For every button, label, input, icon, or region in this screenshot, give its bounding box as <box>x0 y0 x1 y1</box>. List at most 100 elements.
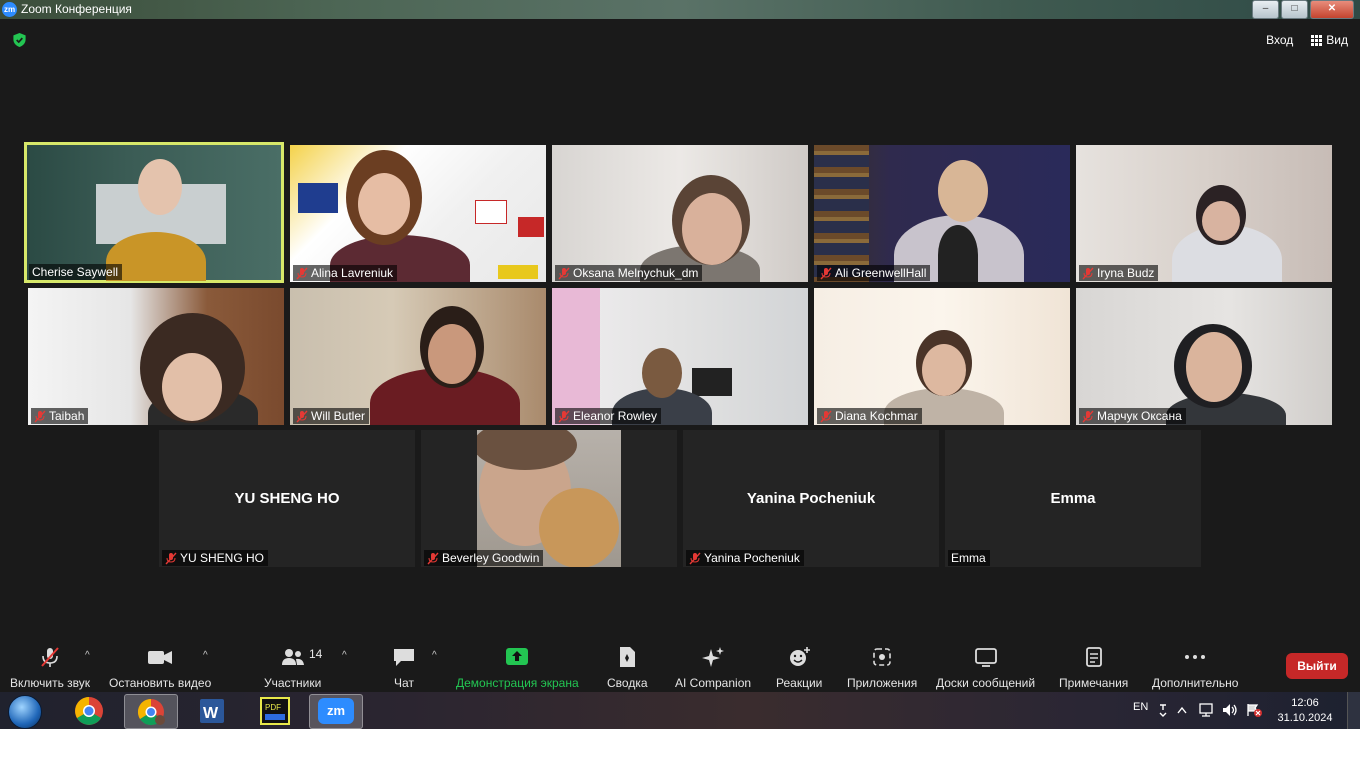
chrome-profile-icon <box>137 698 165 726</box>
start-menu-button[interactable] <box>8 695 42 729</box>
participants-count: 14 <box>309 647 323 661</box>
chrome-taskbar-button[interactable] <box>63 694 115 727</box>
minimize-button[interactable]: ‒ <box>1252 0 1279 19</box>
muted-mic-icon <box>1082 410 1094 422</box>
chat-bubble-icon <box>394 649 414 666</box>
video-tile-will-butler[interactable]: Will Butler <box>290 288 546 425</box>
enter-button[interactable]: Вход <box>1266 33 1293 47</box>
pdf-taskbar-button[interactable]: PDF <box>249 694 301 727</box>
participant-name: Марчук Оксана <box>1097 409 1182 423</box>
more-button[interactable]: Дополнительно <box>1152 646 1238 690</box>
chat-label: Чат <box>394 676 414 690</box>
zoom-icon: zm <box>318 698 354 724</box>
system-clock[interactable]: 12:06 31.10.2024 <box>1272 696 1338 726</box>
chat-button[interactable]: Чат <box>392 646 416 690</box>
reactions-button[interactable]: Реакции <box>776 646 822 690</box>
muted-mic-icon <box>1082 267 1094 279</box>
zoom-window: zm Zoom Конференция ‒ □ ✕ Вход Вид Cheri… <box>0 0 1360 692</box>
participant-name: Beverley Goodwin <box>442 551 540 565</box>
participant-name: Taibah <box>49 409 85 423</box>
summary-document-icon <box>620 647 636 667</box>
clock-time: 12:06 <box>1291 697 1319 709</box>
more-label: Дополнительно <box>1152 676 1239 690</box>
notes-label: Примечания <box>1059 676 1129 690</box>
video-tile-yu-sheng-ho[interactable]: YU SHENG HO YU SHENG HO <box>159 430 415 567</box>
whiteboard-icon <box>974 648 997 667</box>
svg-text:W: W <box>203 705 219 722</box>
stop-video-label: Остановить видео <box>109 676 212 690</box>
video-tile-iryna-budz[interactable]: Iryna Budz <box>1076 145 1332 282</box>
share-screen-icon <box>506 648 529 665</box>
view-button[interactable]: Вид <box>1311 33 1348 47</box>
zoom-taskbar-button[interactable]: zm <box>309 694 363 729</box>
participant-name: Iryna Budz <box>1097 266 1155 280</box>
chrome-icon <box>75 697 103 725</box>
video-camera-icon <box>148 651 173 664</box>
reactions-label: Реакции <box>776 676 823 690</box>
participants-options-caret[interactable]: ^ <box>342 650 347 661</box>
muted-mic-icon <box>427 552 439 564</box>
ai-companion-label: AI Companion <box>675 676 752 690</box>
video-tile-ali-greenwellhall[interactable]: Ali GreenwellHall <box>814 145 1070 282</box>
smiley-icon <box>790 647 811 666</box>
network-icon[interactable] <box>1198 703 1214 717</box>
participant-name: Alina Lavreniuk <box>311 266 394 280</box>
video-tile-cherise-saywell[interactable]: Cherise Saywell <box>24 142 284 283</box>
participants-icon <box>281 649 304 665</box>
show-desktop-button[interactable] <box>1347 692 1360 729</box>
video-options-caret[interactable]: ^ <box>203 650 208 661</box>
volume-icon[interactable] <box>1222 703 1238 717</box>
meeting-toolbar: Включить звук ^ Остановить видео ^ Участ… <box>0 640 1360 692</box>
ai-companion-button[interactable]: AI Companion <box>675 646 751 690</box>
whiteboards-button[interactable]: Доски сообщений <box>936 646 1035 690</box>
action-center-flag-icon[interactable] <box>1246 703 1262 717</box>
summary-button[interactable]: Сводка <box>607 646 648 690</box>
chrome-profile-taskbar-button[interactable] <box>124 694 178 729</box>
unmute-button[interactable]: Включить звук <box>10 646 90 690</box>
participant-display-name: Emma <box>1050 490 1096 507</box>
notes-button[interactable]: Примечания <box>1059 646 1128 690</box>
video-tile-diana-kochmar[interactable]: Diana Kochmar <box>814 288 1070 425</box>
word-taskbar-button[interactable]: W <box>186 694 238 727</box>
share-screen-label: Демонстрация экрана <box>456 676 579 690</box>
apps-button[interactable]: Приложения <box>847 646 917 690</box>
title-bar: zm Zoom Конференция ‒ □ ✕ <box>0 0 1360 19</box>
participant-name: Yanina Pocheniuk <box>704 551 800 565</box>
maximize-button[interactable]: □ <box>1281 0 1308 19</box>
video-tile-beverley-goodwin[interactable]: Beverley Goodwin <box>421 430 677 567</box>
whiteboards-label: Доски сообщений <box>936 676 1036 690</box>
leave-button[interactable]: Выйти <box>1286 653 1348 679</box>
video-tile-yanina-pocheniuk[interactable]: Yanina Pocheniuk Yanina Pocheniuk <box>683 430 939 567</box>
video-tile-emma[interactable]: Emma Emma <box>945 430 1201 567</box>
participant-name: Eleanor Rowley <box>573 409 658 423</box>
window-title: Zoom Конференция <box>21 2 132 16</box>
svg-text:PDF: PDF <box>265 703 281 712</box>
chat-options-caret[interactable]: ^ <box>432 650 437 661</box>
video-tile-oksana-melnychuk[interactable]: Oksana Melnychuk_dm <box>552 145 808 282</box>
sparkle-icon <box>702 647 725 667</box>
participant-name: Will Butler <box>311 409 366 423</box>
muted-mic-icon <box>165 552 177 564</box>
stop-video-button[interactable]: Остановить видео <box>109 646 211 690</box>
participant-name: Oksana Melnychuk_dm <box>573 266 699 280</box>
shield-icon[interactable] <box>12 32 27 48</box>
close-button[interactable]: ✕ <box>1310 0 1354 19</box>
grid-view-icon <box>1311 34 1323 46</box>
word-icon: W <box>200 699 224 723</box>
video-tile-marchuk-oksana[interactable]: Марчук Оксана <box>1076 288 1332 425</box>
participant-name: Ali GreenwellHall <box>835 266 927 280</box>
pdf-icon: PDF <box>260 697 290 725</box>
video-tile-eleanor-rowley[interactable]: Eleanor Rowley <box>552 288 808 425</box>
share-screen-button[interactable]: Демонстрация экрана <box>456 646 579 690</box>
video-tile-alina-lavreniuk[interactable]: Alina Lavreniuk <box>290 145 546 282</box>
input-settings-icon[interactable] <box>1157 703 1169 717</box>
participant-name: Cherise Saywell <box>32 265 119 279</box>
participant-name: YU SHENG HO <box>180 551 265 565</box>
unmute-label: Включить звук <box>10 676 91 690</box>
language-indicator[interactable]: EN <box>1133 701 1148 713</box>
notes-icon <box>1085 647 1102 667</box>
tray-expand-icon[interactable] <box>1177 706 1187 714</box>
audio-options-caret[interactable]: ^ <box>85 650 90 661</box>
more-dots-icon <box>1185 655 1206 659</box>
video-tile-taibah[interactable]: Taibah <box>28 288 284 425</box>
